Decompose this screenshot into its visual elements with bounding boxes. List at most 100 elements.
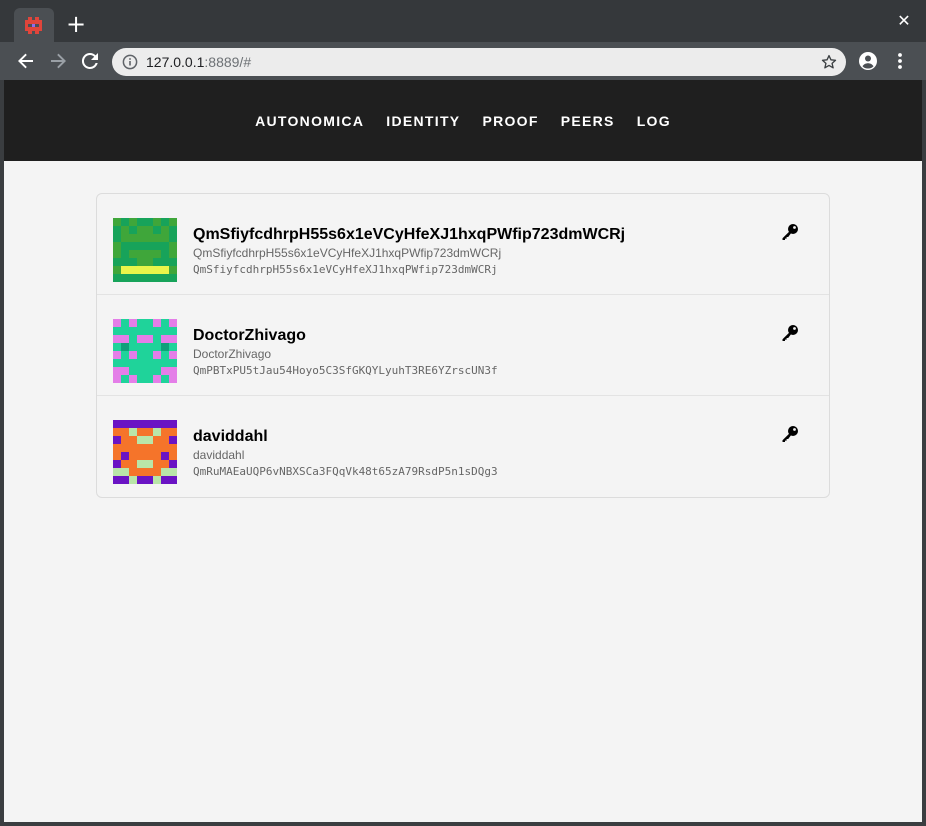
avatar-pixel xyxy=(129,375,137,383)
avatar-pixel xyxy=(161,335,169,343)
avatar-pixel xyxy=(129,250,137,258)
avatar-pixel xyxy=(137,428,145,436)
avatar-pixel xyxy=(137,444,145,452)
peer-avatar xyxy=(113,218,177,282)
avatar-pixel xyxy=(161,452,169,460)
avatar-pixel xyxy=(153,351,161,359)
avatar-pixel xyxy=(169,335,177,343)
avatar-pixel xyxy=(137,335,145,343)
address-bar[interactable]: 127.0.0.1:8889/# xyxy=(112,48,846,76)
close-window-button[interactable]: ✕ xyxy=(894,11,914,31)
star-icon[interactable] xyxy=(820,53,838,71)
avatar-pixel xyxy=(153,343,161,351)
peer-key-button[interactable] xyxy=(780,424,800,444)
avatar-pixel xyxy=(145,367,153,375)
avatar-pixel xyxy=(161,428,169,436)
peer-avatar xyxy=(113,319,177,383)
avatar-pixel xyxy=(161,367,169,375)
avatar-pixel xyxy=(129,468,137,476)
avatar-pixel xyxy=(145,460,153,468)
back-button[interactable] xyxy=(14,49,38,73)
url-host: 127.0.0.1 xyxy=(146,54,205,70)
avatar-pixel xyxy=(153,319,161,327)
avatar-pixel xyxy=(153,436,161,444)
avatar-pixel xyxy=(129,476,137,484)
avatar-pixel xyxy=(169,375,177,383)
peer-id: QmSfiyfcdhrpH55s6x1eVCyHfeXJ1hxqPWfip723… xyxy=(193,263,498,276)
info-icon[interactable] xyxy=(122,54,138,70)
avatar-pixel xyxy=(169,274,177,282)
avatar-pixel xyxy=(153,420,161,428)
avatar-pixel xyxy=(145,468,153,476)
avatar-pixel xyxy=(145,327,153,335)
peer-name: QmSfiyfcdhrpH55s6x1eVCyHfeXJ1hxqPWfip723… xyxy=(193,226,626,243)
new-tab-button[interactable]: + xyxy=(64,12,88,36)
avatar-pixel xyxy=(161,319,169,327)
avatar-pixel xyxy=(161,436,169,444)
avatar-pixel xyxy=(145,319,153,327)
avatar-pixel xyxy=(169,266,177,274)
avatar-pixel xyxy=(161,274,169,282)
nav-link-autonomica[interactable]: AUTONOMICA xyxy=(255,113,364,129)
peer-avatar xyxy=(113,420,177,484)
avatar-pixel xyxy=(169,226,177,234)
reload-button[interactable] xyxy=(78,49,102,73)
avatar-pixel xyxy=(137,436,145,444)
avatar-pixel xyxy=(153,250,161,258)
avatar-pixel xyxy=(161,242,169,250)
avatar-pixel xyxy=(169,460,177,468)
forward-button[interactable] xyxy=(46,49,70,73)
avatar-pixel xyxy=(113,226,121,234)
avatar-pixel xyxy=(113,218,121,226)
avatar-pixel xyxy=(121,444,129,452)
avatar-pixel xyxy=(113,242,121,250)
nav-link-peers[interactable]: PEERS xyxy=(561,113,615,129)
account-button[interactable] xyxy=(856,49,880,73)
avatar-pixel xyxy=(137,468,145,476)
avatar-pixel xyxy=(145,476,153,484)
peer-handle: daviddahl xyxy=(193,448,245,462)
app-nav-bar: AUTONOMICA IDENTITY PROOF PEERS LOG xyxy=(4,80,922,161)
peer-name: daviddahl xyxy=(193,428,268,445)
avatar-pixel xyxy=(153,375,161,383)
nav-link-log[interactable]: LOG xyxy=(637,113,671,129)
avatar-pixel xyxy=(161,351,169,359)
peer-key-button[interactable] xyxy=(780,323,800,343)
avatar-pixel xyxy=(169,444,177,452)
avatar-pixel xyxy=(169,476,177,484)
avatar-pixel xyxy=(161,420,169,428)
avatar-pixel xyxy=(121,468,129,476)
avatar-pixel xyxy=(145,436,153,444)
avatar-pixel xyxy=(161,359,169,367)
reload-icon xyxy=(81,52,98,69)
peer-id: QmRuMAEaUQP6vNBXSCa3FQqVk48t65zA79RsdP5n… xyxy=(193,465,498,478)
back-arrow-icon xyxy=(18,53,33,69)
avatar-pixel xyxy=(137,327,145,335)
nav-link-proof[interactable]: PROOF xyxy=(482,113,538,129)
avatar-pixel xyxy=(153,218,161,226)
nav-link-identity[interactable]: IDENTITY xyxy=(386,113,460,129)
avatar-pixel xyxy=(129,444,137,452)
peer-key-button[interactable] xyxy=(780,222,800,242)
peer-list-item: QmSfiyfcdhrpH55s6x1eVCyHfeXJ1hxqPWfip723… xyxy=(97,194,829,295)
peer-list-item: daviddahl daviddahl QmRuMAEaUQP6vNBXSCa3… xyxy=(97,396,829,497)
avatar-pixel xyxy=(153,258,161,266)
avatar-pixel xyxy=(113,274,121,282)
avatar-pixel xyxy=(161,250,169,258)
browser-tab[interactable] xyxy=(14,8,54,42)
peer-handle: QmSfiyfcdhrpH55s6x1eVCyHfeXJ1hxqPWfip723… xyxy=(193,246,502,260)
browser-menu-button[interactable] xyxy=(888,49,912,73)
avatar-pixel xyxy=(113,468,121,476)
avatar-pixel xyxy=(169,319,177,327)
avatar-pixel xyxy=(113,319,121,327)
avatar-pixel xyxy=(113,359,121,367)
avatar-pixel xyxy=(129,452,137,460)
url-text[interactable]: 127.0.0.1:8889/# xyxy=(146,48,251,76)
avatar-pixel xyxy=(129,351,137,359)
avatar-pixel xyxy=(145,343,153,351)
avatar-pixel xyxy=(129,428,137,436)
peer-info: DoctorZhivago DoctorZhivago QmPBTxPU5tJa… xyxy=(193,326,753,378)
avatar-pixel xyxy=(129,367,137,375)
avatar-pixel xyxy=(129,234,137,242)
avatar-pixel xyxy=(153,226,161,234)
